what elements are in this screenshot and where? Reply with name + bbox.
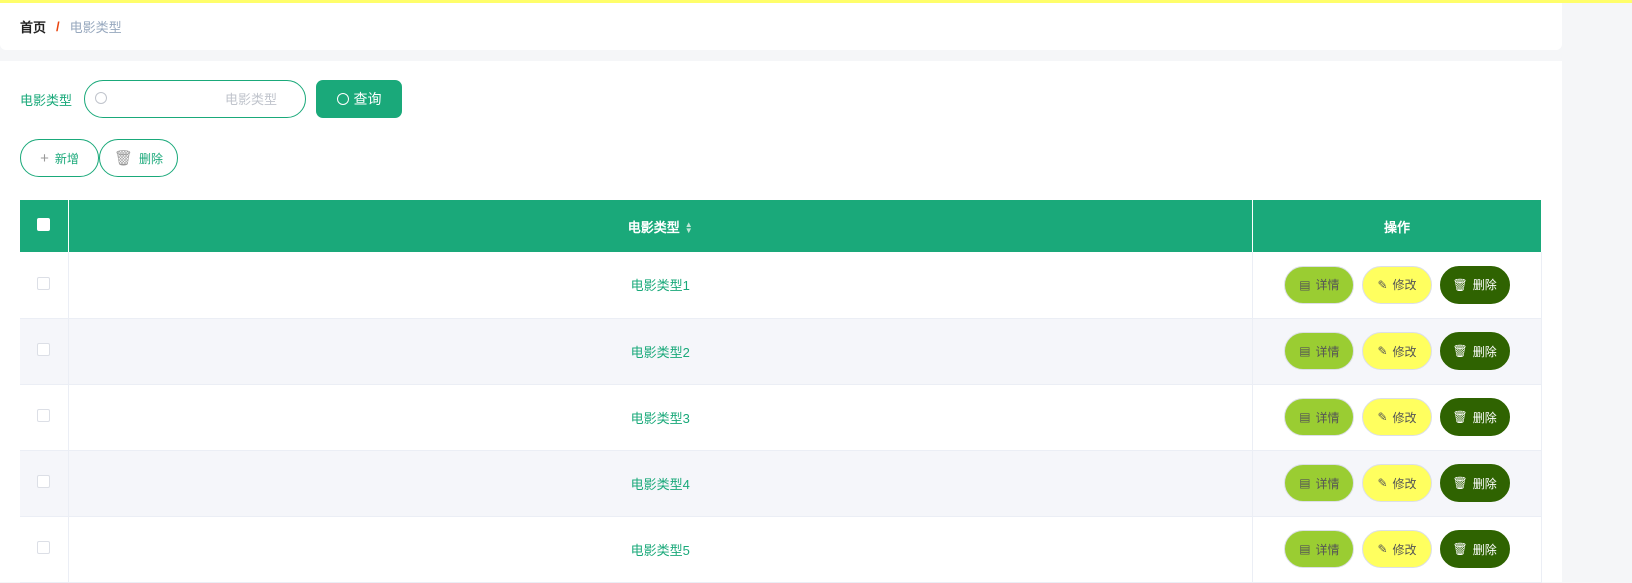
select-all-checkbox[interactable] [37, 218, 51, 231]
document-icon: ▤ [1299, 277, 1311, 292]
search-field [84, 80, 307, 118]
detail-button[interactable]: ▤ 详情 [1284, 265, 1355, 304]
add-label: 新增 [54, 151, 79, 166]
delete-label: 删除 [139, 151, 164, 166]
pencil-icon: ✎ [1377, 542, 1388, 556]
detail-label: 详情 [1315, 410, 1340, 425]
edit-label: 修改 [1392, 542, 1417, 557]
search-input[interactable] [85, 91, 306, 107]
trash-icon: 🗑 [113, 150, 134, 167]
delete-button[interactable]: 🗑 删除 [1439, 332, 1510, 370]
pencil-icon: ✎ [1377, 344, 1388, 358]
select-cell [20, 318, 69, 385]
delete-button[interactable]: 🗑 删除 [1439, 464, 1510, 502]
table-row: 电影类型4 ▤ 详情 ✎ 修改 🗑 删除 [20, 450, 1542, 517]
type-cell: 电影类型3 [68, 384, 1253, 451]
select-cell [20, 252, 69, 319]
edit-button[interactable]: ✎ 修改 [1362, 332, 1432, 370]
delete-label: 删除 [1472, 344, 1497, 359]
row-checkbox[interactable] [37, 343, 51, 356]
edit-label: 修改 [1392, 476, 1417, 491]
search-bar: 电影类型 查询 [20, 80, 403, 118]
edit-button[interactable]: ✎ 修改 [1362, 265, 1432, 304]
detail-label: 详情 [1315, 542, 1340, 557]
trash-icon: 🗑 [1452, 476, 1468, 490]
table-row: 电影类型3 ▤ 详情 ✎ 修改 🗑 删除 [20, 384, 1542, 451]
type-cell: 电影类型2 [68, 318, 1253, 385]
search-label: 电影类型 [20, 92, 73, 108]
breadcrumb: 首页 / 电影类型 [0, 3, 1562, 50]
edit-button[interactable]: ✎ 修改 [1362, 530, 1432, 568]
plus-icon: + [40, 149, 49, 167]
table-row: 电影类型1 ▤ 详情 ✎ 修改 🗑 删除 [20, 252, 1542, 319]
edit-button[interactable]: ✎ 修改 [1362, 398, 1432, 436]
table-row: 电影类型5 ▤ 详情 ✎ 修改 🗑 删除 [20, 516, 1542, 583]
trash-icon: 🗑 [1452, 410, 1468, 424]
detail-button[interactable]: ▤ 详情 [1284, 464, 1355, 502]
row-checkbox[interactable] [37, 276, 51, 290]
search-icon [95, 92, 108, 104]
delete-label: 删除 [1472, 542, 1497, 557]
actions-cell: ▤ 详情 ✎ 修改 🗑 删除 [1252, 318, 1542, 385]
edit-label: 修改 [1392, 410, 1417, 425]
detail-button[interactable]: ▤ 详情 [1284, 398, 1355, 436]
row-checkbox[interactable] [37, 409, 51, 422]
document-icon: ▤ [1299, 542, 1311, 556]
sort-icon[interactable]: ▲ ▼ [685, 221, 693, 235]
column-header-type[interactable]: 电影类型 ▲ ▼ [68, 200, 1253, 252]
document-icon: ▤ [1299, 410, 1311, 424]
actions-cell: ▤ 详情 ✎ 修改 🗑 删除 [1252, 450, 1542, 517]
query-button[interactable]: 查询 [316, 80, 403, 118]
edit-button[interactable]: ✎ 修改 [1362, 464, 1432, 502]
actions-cell: ▤ 详情 ✎ 修改 🗑 删除 [1252, 516, 1542, 583]
column-title: 电影类型 [627, 219, 680, 235]
search-icon [336, 93, 349, 105]
pencil-icon: ✎ [1377, 277, 1388, 292]
toolbar: + 新增 🗑 删除 [20, 139, 178, 177]
trash-icon: 🗑 [1452, 344, 1468, 358]
pencil-icon: ✎ [1377, 410, 1388, 424]
document-icon: ▤ [1299, 344, 1311, 358]
detail-button[interactable]: ▤ 详情 [1284, 332, 1355, 370]
detail-label: 详情 [1315, 278, 1340, 293]
actions-cell: ▤ 详情 ✎ 修改 🗑 删除 [1252, 252, 1542, 319]
main-panel: 电影类型 查询 + 新增 🗑 删除 电影类型 ▲▼ 操作 电影类型1 ▤ 详情 ✎ 修改 … [0, 61, 1562, 583]
detail-button[interactable]: ▤ 详情 [1284, 530, 1355, 568]
breadcrumb-current: 电影类型 [69, 20, 122, 35]
delete-label: 删除 [1472, 410, 1497, 425]
detail-label: 详情 [1315, 476, 1340, 491]
breadcrumb-separator: / [56, 19, 60, 34]
trash-icon: 🗑 [1452, 277, 1468, 292]
table-row: 电影类型2 ▤ 详情 ✎ 修改 🗑 删除 [20, 318, 1542, 385]
query-label: 查询 [353, 91, 382, 107]
delete-button[interactable]: 🗑 删除 [1439, 530, 1510, 568]
detail-label: 详情 [1315, 344, 1340, 359]
select-cell [20, 384, 69, 451]
select-cell [20, 516, 69, 583]
edit-label: 修改 [1392, 278, 1417, 293]
trash-icon: 🗑 [1452, 542, 1468, 556]
breadcrumb-home[interactable]: 首页 [20, 17, 46, 36]
type-cell: 电影类型1 [68, 252, 1253, 319]
pencil-icon: ✎ [1377, 476, 1388, 490]
delete-label: 删除 [1472, 278, 1497, 293]
column-header-actions: 操作 [1252, 200, 1542, 252]
type-cell: 电影类型4 [68, 450, 1253, 517]
add-button[interactable]: + 新增 [20, 139, 99, 177]
row-checkbox[interactable] [37, 475, 51, 488]
delete-label: 删除 [1472, 476, 1497, 491]
delete-button[interactable]: 🗑 删除 [1439, 265, 1510, 304]
select-all-cell [20, 200, 69, 252]
data-table: 电影类型 ▲ ▼ 操作 电影类型1 ▤ 详情 ✎ 修改 🗑 删除 电影类型2 ▤ 详情 ✎ 修… [20, 200, 1542, 583]
batch-delete-button[interactable]: 🗑 删除 [99, 139, 178, 177]
type-cell: 电影类型5 [68, 516, 1253, 583]
row-checkbox[interactable] [37, 541, 51, 554]
document-icon: ▤ [1299, 476, 1311, 490]
edit-label: 修改 [1392, 344, 1417, 359]
actions-cell: ▤ 详情 ✎ 修改 🗑 删除 [1252, 384, 1542, 451]
select-cell [20, 450, 69, 517]
delete-button[interactable]: 🗑 删除 [1439, 398, 1510, 436]
